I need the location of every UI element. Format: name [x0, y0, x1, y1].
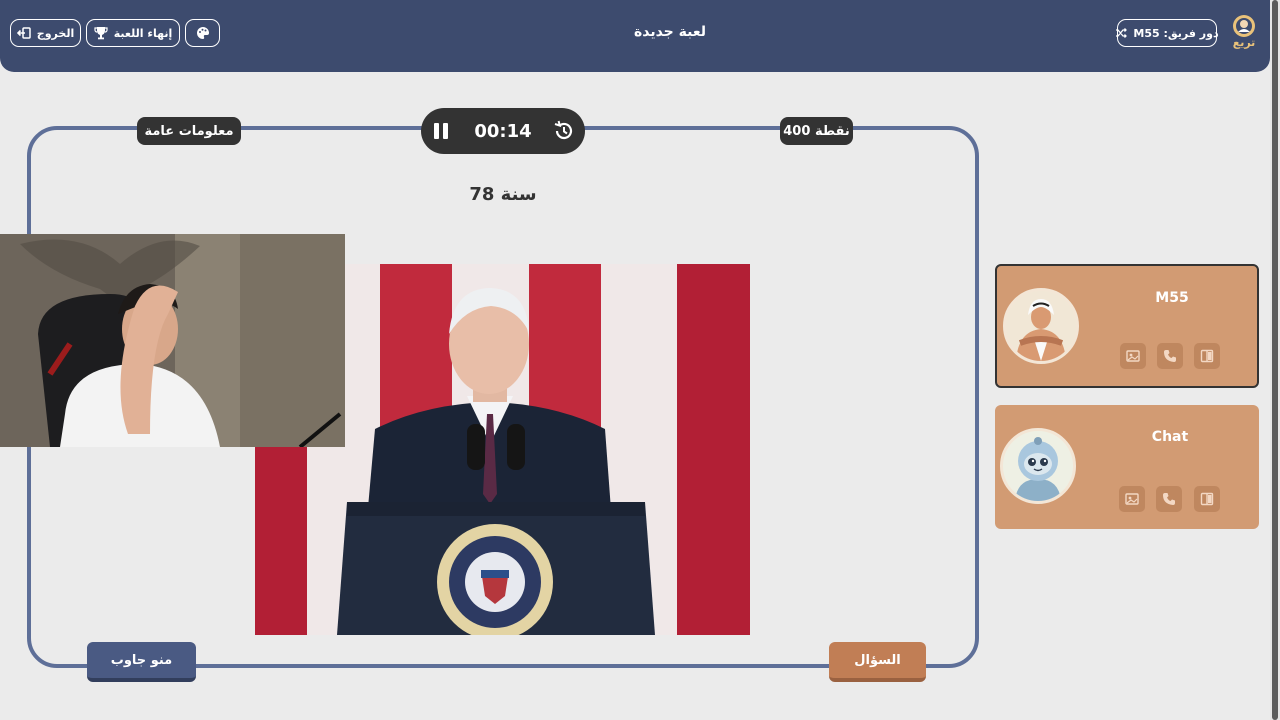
palette-button[interactable] — [185, 19, 220, 47]
page-title: لعبة جديدة — [633, 24, 707, 40]
tool-button-image-swap[interactable] — [1120, 343, 1146, 369]
timer: 00:14 — [421, 108, 585, 154]
tool-button-phone[interactable] — [1157, 343, 1183, 369]
team-turn-label: دور فريق: M55 — [1133, 26, 1219, 40]
top-bar: الخروج إنهاء اللعبة لعبة جديدة دور فريق:… — [0, 0, 1270, 72]
image-swap-icon — [1125, 493, 1139, 505]
exit-label: الخروج — [36, 26, 75, 40]
history-icon[interactable] — [553, 120, 575, 142]
end-game-label: إنهاء اللعبة — [113, 26, 173, 40]
team-avatar — [1003, 288, 1079, 364]
category-tag: معلومات عامة — [137, 117, 241, 145]
trophy-icon — [94, 27, 108, 40]
logo-text: تريع — [1232, 36, 1256, 49]
team-name: Chat — [1151, 429, 1189, 445]
timer-value: 00:14 — [474, 121, 532, 142]
exit-button[interactable]: الخروج — [10, 19, 81, 47]
tool-button-phone[interactable] — [1156, 486, 1182, 512]
image-swap-icon — [1126, 350, 1140, 362]
team-name: M55 — [1155, 290, 1189, 306]
palette-icon — [196, 27, 209, 39]
tool-button-split[interactable] — [1194, 343, 1220, 369]
phone-icon — [1163, 493, 1175, 505]
split-icon — [1200, 349, 1214, 363]
points-tag: 400 نقطة — [780, 117, 853, 145]
team-card-chat[interactable]: Chat — [995, 405, 1259, 529]
team-turn-button[interactable]: دور فريق: M55 — [1116, 19, 1219, 47]
end-game-button[interactable]: إنهاء اللعبة — [86, 19, 180, 47]
phone-icon — [1164, 350, 1176, 362]
team-avatar — [1000, 428, 1076, 504]
webcam-overlay — [0, 234, 345, 447]
shuffle-icon — [1116, 28, 1128, 38]
team-card-m55[interactable]: M55 — [995, 264, 1259, 388]
tool-button-split[interactable] — [1194, 486, 1220, 512]
question-button[interactable]: السؤال — [829, 642, 926, 682]
scrollbar-thumb[interactable] — [1272, 0, 1278, 720]
pause-icon[interactable] — [432, 122, 450, 140]
exit-icon — [16, 27, 31, 39]
split-icon — [1200, 492, 1214, 506]
answer-text: 78 سنة — [469, 184, 537, 205]
tool-button-image-swap[interactable] — [1119, 486, 1145, 512]
who-answered-button[interactable]: منو جاوب — [87, 642, 196, 682]
